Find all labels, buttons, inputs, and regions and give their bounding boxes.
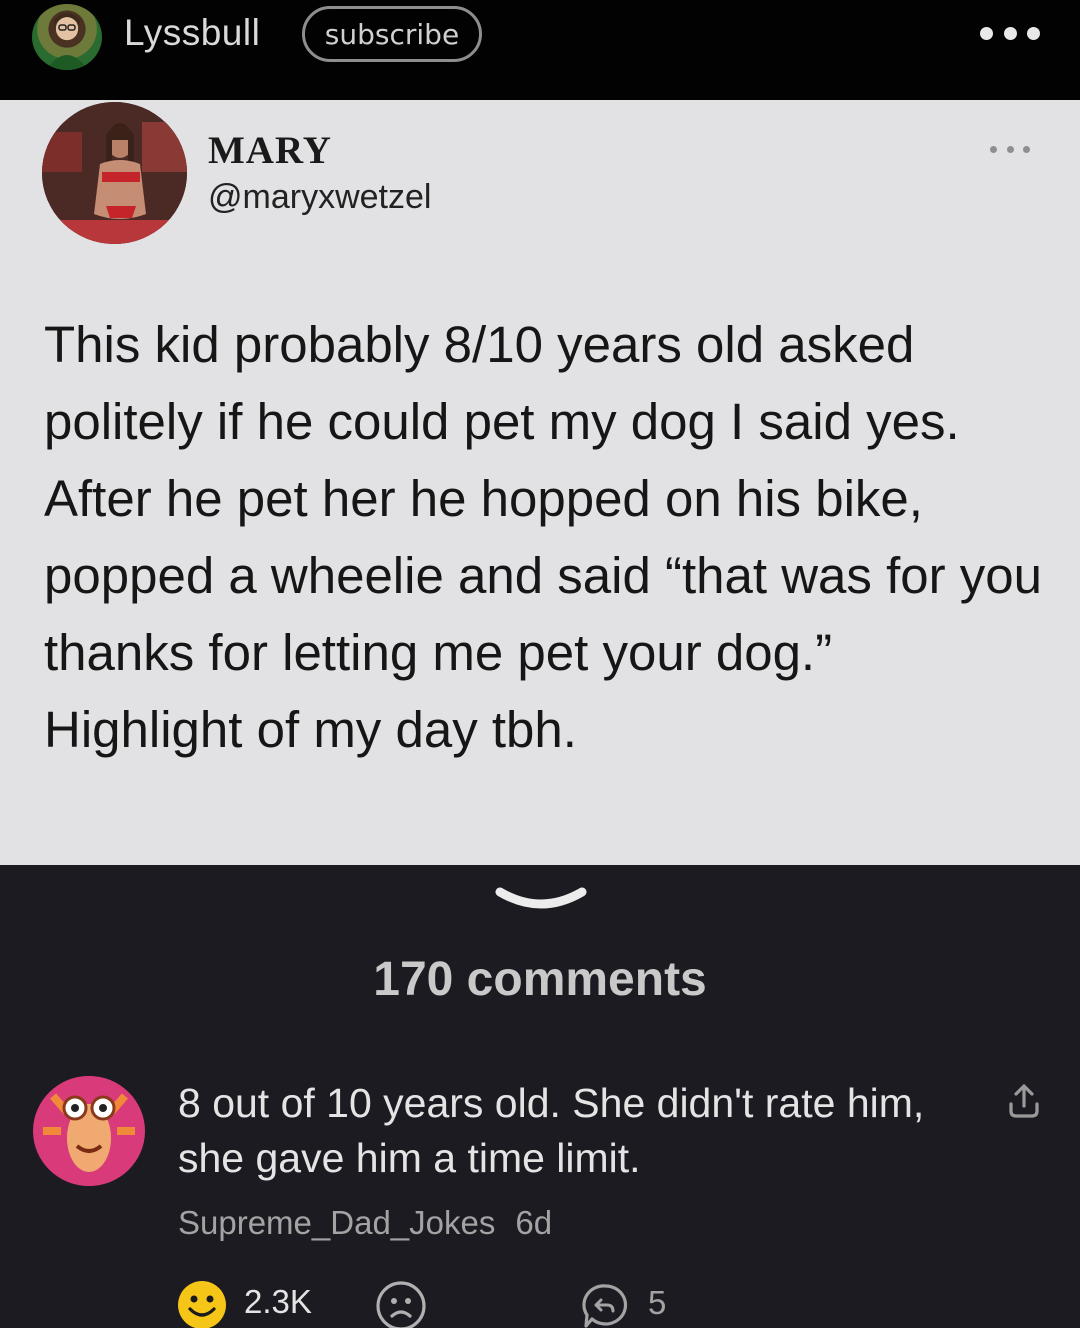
tweet-handle: @maryxwetzel: [208, 178, 432, 216]
frown-icon[interactable]: [375, 1280, 427, 1328]
smile-icon[interactable]: [177, 1280, 227, 1328]
top-bar: Lyssbull subscribe: [0, 0, 1080, 100]
comment-meta: Supreme_Dad_Jokes 6d: [178, 1204, 552, 1242]
upvote-count: 2.3K: [244, 1283, 312, 1320]
subscribe-button[interactable]: subscribe: [302, 6, 482, 62]
comments-count: 170 comments: [373, 953, 707, 1006]
reply-count: 5: [648, 1284, 667, 1321]
comment-text: 8 out of 10 years old. She didn't rate h…: [178, 1080, 925, 1181]
comment-actions: 2.3K 5: [0, 1276, 1080, 1328]
tweet-display-name: MARY: [208, 129, 332, 172]
user-avatar[interactable]: [32, 4, 102, 70]
username[interactable]: Lyssbull: [124, 12, 260, 54]
share-icon[interactable]: [1005, 1082, 1043, 1120]
comment-age: 6d: [515, 1204, 553, 1241]
comment-avatar[interactable]: [33, 1076, 145, 1186]
tweet-ellipsis-icon: [990, 146, 1030, 156]
reply-icon[interactable]: [581, 1282, 631, 1328]
ellipsis-icon[interactable]: [980, 18, 1040, 48]
chevron-down-icon[interactable]: [494, 884, 588, 914]
tweet-text: This kid probably 8/10 years old asked p…: [44, 316, 1042, 758]
comment-author[interactable]: Supreme_Dad_Jokes: [178, 1204, 495, 1241]
tweet-screenshot: MARY @maryxwetzel This kid probably 8/10…: [0, 100, 1080, 865]
tweet-avatar: [42, 102, 187, 244]
